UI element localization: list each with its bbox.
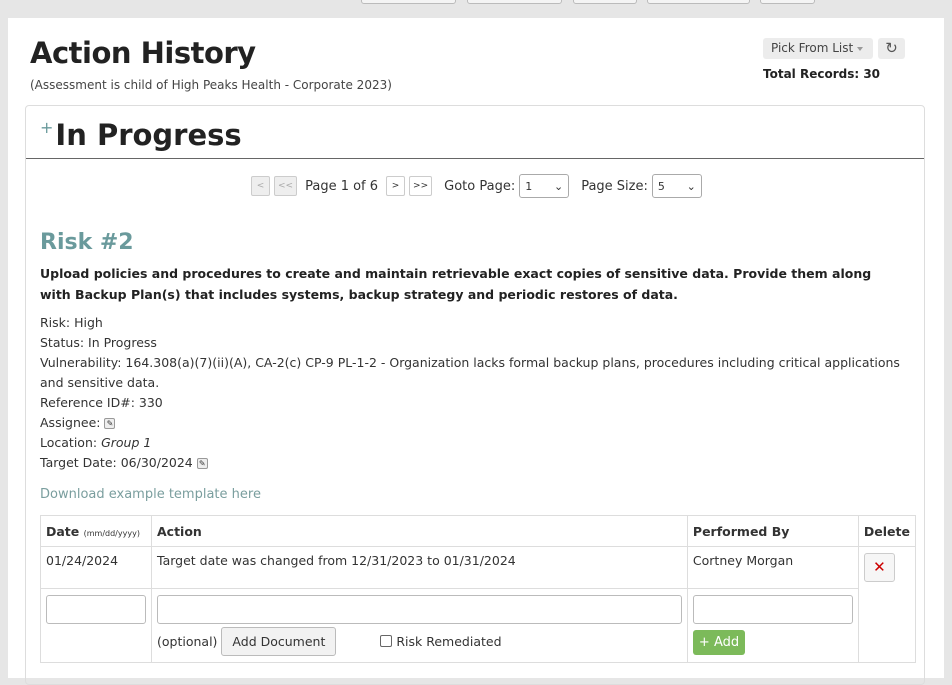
row-action: Target date was changed from 12/31/2023 …	[151, 546, 688, 589]
optional-label: (optional)	[157, 633, 218, 649]
refresh-icon: ↻	[885, 39, 898, 57]
header-delete: Delete	[857, 515, 917, 547]
add-document-button[interactable]: Add Document	[221, 626, 337, 656]
risk-description: Upload policies and procedures to create…	[40, 266, 872, 302]
pick-from-list-dropdown[interactable]: Pick From List	[763, 38, 873, 59]
delete-button[interactable]: ✕	[863, 553, 895, 582]
top-toolbar-button[interactable]	[361, 0, 456, 4]
close-x-icon: ✕	[873, 558, 886, 576]
risk-target-date: Target Date: 06/30/2024	[40, 455, 193, 470]
prev-page-button[interactable]: <	[251, 176, 270, 196]
pick-label: Pick From List	[771, 41, 854, 55]
top-toolbar-button[interactable]	[573, 0, 637, 4]
goto-page-label: Goto Page:	[444, 178, 516, 194]
add-button[interactable]: + Add	[692, 629, 746, 655]
risk-remediated-label: Risk Remediated	[396, 633, 502, 649]
action-table: Date (mm/dd/yyyy) Action Performed By De…	[40, 515, 917, 663]
row-performed-by: Cortney Morgan	[686, 546, 859, 589]
chevron-down-icon: ⌄	[686, 179, 696, 193]
top-toolbar-button[interactable]	[647, 0, 750, 4]
page: Action History (Assessment is child of H…	[8, 18, 944, 685]
expand-plus-icon[interactable]: +	[40, 118, 53, 137]
top-toolbar-button[interactable]	[467, 0, 562, 4]
caret-down-icon	[857, 46, 864, 51]
header-performed-by: Performed By	[686, 515, 859, 547]
risk-title: Risk #2	[40, 230, 134, 255]
top-toolbar-button[interactable]	[760, 0, 815, 4]
goto-page-select[interactable]: 1 ⌄	[519, 174, 570, 198]
last-page-button[interactable]: >>	[409, 176, 433, 196]
risk-level: Risk: High	[40, 315, 103, 330]
total-records: Total Records: 30	[763, 67, 881, 81]
new-performed-by-input[interactable]	[692, 594, 853, 624]
table-row: 01/24/2024 Target date was changed from …	[40, 546, 917, 589]
location-value: Group 1	[101, 435, 152, 450]
risk-remediated-checkbox[interactable]	[380, 635, 393, 647]
header-action: Action	[151, 515, 688, 547]
location-label: Location:	[40, 435, 102, 450]
chevron-down-icon: ⌄	[553, 179, 564, 193]
edit-target-date-icon[interactable]: ✎	[196, 458, 208, 469]
date-format: (mm/dd/yyyy)	[83, 529, 140, 538]
risk-vulnerability: Vulnerability: 164.308(a)(7)(ii)(A), CA-…	[40, 355, 900, 390]
refresh-button[interactable]: ↻	[878, 38, 905, 59]
risk-reference: Reference ID#: 330	[40, 395, 163, 410]
size-value: 5	[657, 179, 665, 193]
header-date: Date (mm/dd/yyyy)	[40, 515, 152, 547]
panel-header[interactable]: +In Progress	[26, 106, 924, 159]
date-label: Date	[46, 524, 80, 539]
page-title: Action History	[30, 36, 256, 70]
new-action-input[interactable]	[157, 594, 682, 624]
risk-details: Risk: High Status: In Progress Vulnerabi…	[40, 313, 910, 473]
page-subtitle: (Assessment is child of High Peaks Healt…	[30, 78, 392, 92]
first-page-button[interactable]: <<	[274, 176, 298, 196]
goto-value: 1	[525, 179, 533, 193]
page-indicator: Page 1 of 6	[305, 178, 379, 194]
new-entry-row: (optional) Add Document Risk Remediated …	[40, 587, 916, 663]
section-title: In Progress	[55, 118, 242, 152]
risk-status: Status: In Progress	[40, 335, 157, 350]
next-page-button[interactable]: >	[386, 176, 406, 196]
download-template-link[interactable]: Download example template here	[40, 487, 261, 502]
page-size-select[interactable]: 5 ⌄	[651, 174, 702, 198]
in-progress-panel: +In Progress < << Page 1 of 6 > >> Goto …	[25, 105, 925, 685]
risk-assignee: Assignee:	[40, 415, 101, 430]
row-date: 01/24/2024	[40, 546, 152, 589]
pagination: < << Page 1 of 6 > >> Goto Page: 1 ⌄ Page…	[251, 174, 702, 198]
page-size-label: Page Size:	[581, 178, 648, 194]
new-date-input[interactable]	[46, 594, 146, 624]
edit-assignee-icon[interactable]: ✎	[104, 418, 116, 429]
